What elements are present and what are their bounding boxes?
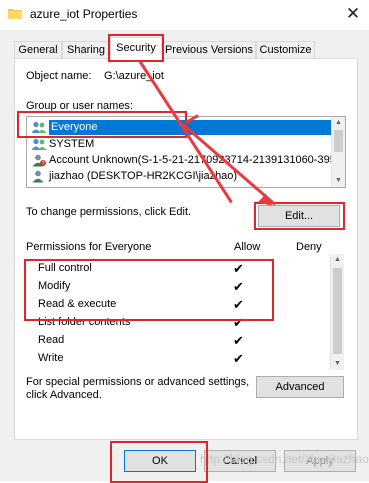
edit-button[interactable]: Edit... — [258, 205, 340, 227]
advanced-button[interactable]: Advanced — [256, 376, 344, 398]
list-item-jiazhao[interactable]: jiazhao (DESKTOP-HR2KCGI\jiazhao) — [27, 169, 332, 184]
list-item-label: Account Unknown(S-1-5-21-2170923714-2139… — [49, 154, 332, 166]
scroll-down-arrow-icon[interactable]: ▼ — [331, 358, 344, 370]
users-icon — [31, 138, 47, 150]
scroll-up-arrow-icon[interactable]: ▲ — [331, 254, 344, 266]
scroll-thumb[interactable] — [333, 268, 342, 354]
change-permissions-text: To change permissions, click Edit. — [26, 206, 192, 218]
annotation-arrowhead — [258, 194, 272, 206]
permission-row-read: Read ✔ — [26, 332, 331, 349]
user-icon — [32, 170, 44, 183]
watermark: http://blog.csdn.net/zhoujiazhao — [200, 452, 369, 466]
allow-check-icon: ✔ — [233, 333, 244, 348]
users-icon — [31, 121, 47, 133]
user-unknown-icon: ? — [32, 154, 46, 167]
allow-check-icon: ✔ — [233, 315, 244, 330]
permission-row-read-execute: Read & execute ✔ — [26, 296, 331, 313]
ok-button[interactable]: OK — [124, 450, 196, 472]
scroll-up-arrow-icon[interactable]: ▲ — [332, 117, 345, 129]
allow-check-icon: ✔ — [233, 279, 244, 294]
scroll-down-arrow-icon[interactable]: ▼ — [332, 175, 345, 187]
permission-name: Modify — [38, 280, 71, 292]
permission-name: Read — [38, 334, 65, 346]
close-icon[interactable]: ✕ — [340, 2, 366, 26]
list-item-label: SYSTEM — [49, 138, 95, 150]
group-list-scrollbar[interactable]: ▲ ▼ — [331, 117, 345, 187]
list-item-label: jiazhao (DESKTOP-HR2KCGI\jiazhao) — [49, 170, 238, 182]
permission-row-modify: Modify ✔ — [26, 278, 331, 295]
allow-check-icon: ✔ — [233, 297, 244, 312]
permissions-scrollbar[interactable]: ▲ ▼ — [330, 254, 344, 370]
advanced-settings-text: For special permissions or advanced sett… — [26, 376, 250, 401]
permissions-list: Full control ✔ Modify ✔ Read & execute ✔… — [26, 254, 344, 370]
permission-row-full-control: Full control ✔ — [26, 260, 331, 277]
group-names-label: Group or user names: — [26, 100, 133, 112]
svg-text:?: ? — [42, 161, 45, 167]
tab-previous-versions[interactable]: Previous Versions — [162, 41, 256, 59]
permissions-for-label: Permissions for Everyone — [26, 241, 152, 253]
object-name-label: Object name: — [26, 70, 92, 82]
list-item-system[interactable]: SYSTEM — [27, 137, 332, 152]
folder-icon — [8, 9, 22, 19]
scroll-thumb[interactable] — [334, 130, 343, 152]
allow-check-icon: ✔ — [233, 351, 244, 366]
allow-column-header: Allow — [234, 241, 261, 253]
list-item-everyone[interactable]: Everyone — [27, 120, 332, 135]
permission-name: Full control — [38, 262, 92, 274]
tab-general[interactable]: General — [14, 41, 62, 59]
permission-row-list-folder: List folder contents ✔ — [26, 314, 331, 331]
permission-row-write: Write ✔ — [26, 350, 331, 367]
allow-check-icon: ✔ — [233, 261, 244, 276]
list-item-account-unknown[interactable]: ? Account Unknown(S-1-5-21-2170923714-21… — [27, 153, 332, 168]
tab-security[interactable]: Security — [110, 37, 162, 60]
tab-customize[interactable]: Customize — [256, 41, 315, 59]
group-user-list[interactable]: Everyone SYSTEM ? Account Unknown(S-1-5-… — [26, 116, 346, 188]
tab-sharing[interactable]: Sharing — [62, 41, 110, 59]
deny-column-header: Deny — [296, 241, 322, 253]
permission-name: List folder contents — [38, 316, 131, 328]
permission-name: Write — [38, 352, 64, 364]
window-title: azure_iot Properties — [30, 7, 138, 21]
list-item-label: Everyone — [49, 120, 332, 135]
permission-name: Read & execute — [38, 298, 117, 310]
object-name-value: G:\azure_iot — [104, 70, 164, 82]
